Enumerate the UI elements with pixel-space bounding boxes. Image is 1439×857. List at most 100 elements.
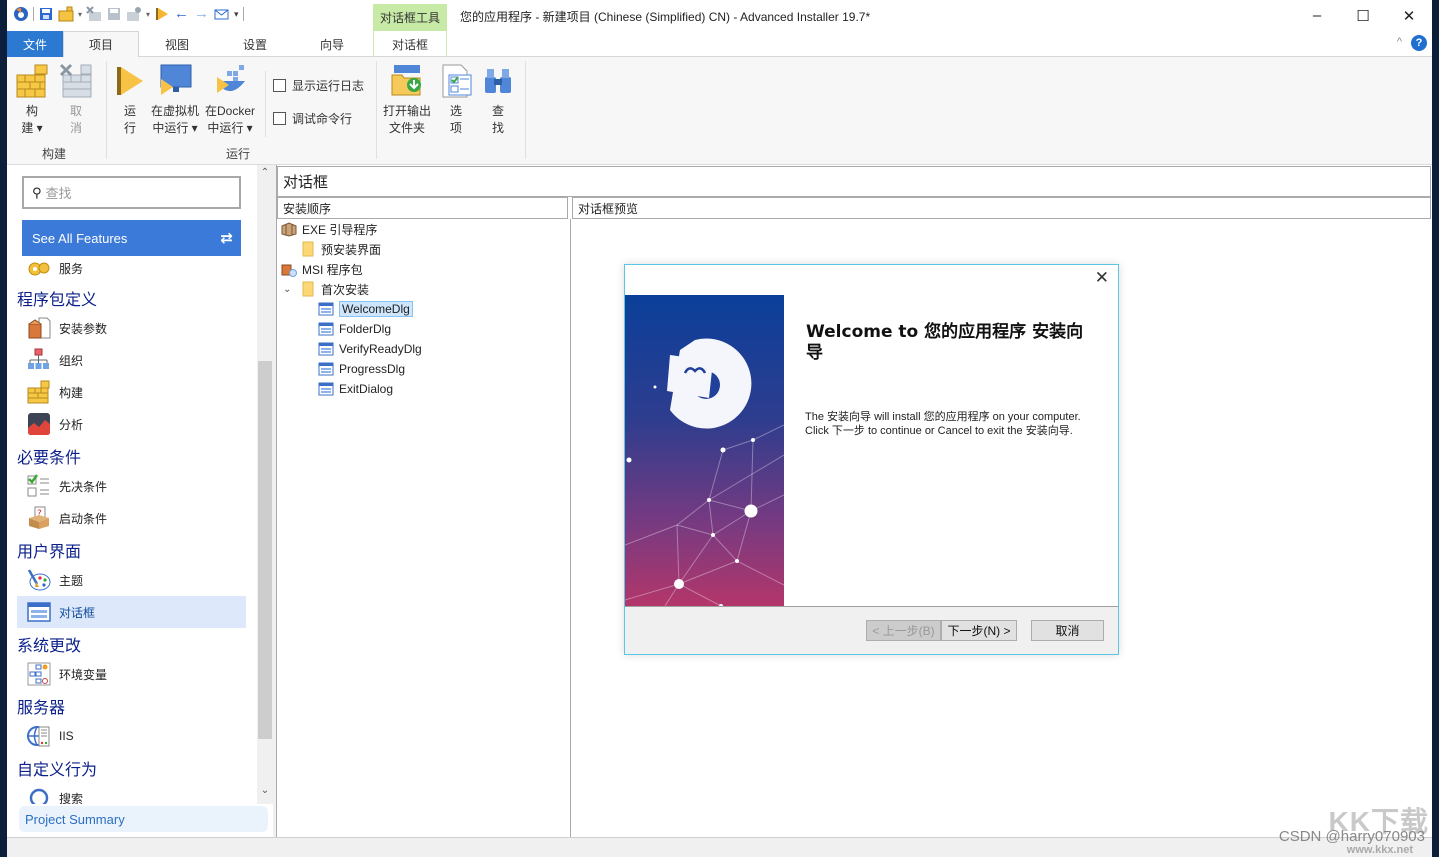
tree-item-verifyreadydlg[interactable]: VerifyReadyDlg bbox=[318, 339, 422, 359]
project-summary-label: Project Summary bbox=[25, 811, 125, 827]
chevron-down-icon[interactable]: ⌄ bbox=[283, 284, 295, 295]
sidebar-item-analytics[interactable]: 分析 bbox=[17, 408, 246, 440]
sidebar-item-label: 主题 bbox=[59, 573, 84, 588]
save-icon[interactable] bbox=[38, 6, 54, 22]
show-run-log-checkbox[interactable]: 显示运行日志 bbox=[273, 77, 364, 94]
collapse-ribbon-button[interactable]: ^ bbox=[1397, 36, 1402, 48]
app-logo-icon[interactable] bbox=[13, 6, 29, 22]
sidebar-item-label: 对话框 bbox=[59, 605, 96, 620]
tab-settings[interactable]: 设置 bbox=[215, 31, 295, 57]
scrollbar-thumb[interactable] bbox=[258, 361, 272, 739]
section-requirements: 必要条件 bbox=[17, 450, 82, 467]
tab-file[interactable]: 文件 bbox=[7, 31, 63, 57]
context-tab-group-dialog-tools: 对话框工具 bbox=[373, 4, 447, 31]
help-icon[interactable]: ? bbox=[1411, 35, 1427, 51]
see-all-features-button[interactable]: See All Features ⇄ bbox=[22, 220, 241, 256]
save-all-icon[interactable] bbox=[106, 6, 122, 22]
panel-divider[interactable] bbox=[570, 219, 571, 837]
project-summary-link[interactable]: Project Summary bbox=[19, 806, 268, 832]
cancel-build-small-icon[interactable] bbox=[86, 6, 102, 22]
open-output-label-1: 打开输出 bbox=[383, 104, 432, 118]
back-arrow-icon[interactable]: ← bbox=[174, 6, 190, 22]
tree-item-folderdlg[interactable]: FolderDlg bbox=[318, 319, 391, 339]
sidebar-item-label: IIS bbox=[59, 729, 74, 743]
sidebar-item-launch-conditions[interactable]: ? 启动条件 bbox=[17, 502, 246, 534]
tree-item-exe-bootstrapper[interactable]: EXE 引导程序 bbox=[281, 219, 377, 239]
maximize-button[interactable]: ☐ bbox=[1340, 0, 1386, 31]
run-label-2: 行 bbox=[123, 121, 136, 135]
preview-close-icon[interactable]: ✕ bbox=[1095, 268, 1109, 288]
build-bricks-icon bbox=[27, 380, 50, 404]
sidebar-item-services[interactable]: 服务 bbox=[17, 256, 246, 284]
preview-back-button[interactable]: < 上一步(B) bbox=[866, 620, 941, 641]
build-label-1: 构 bbox=[25, 104, 38, 118]
tab-project[interactable]: 项目 bbox=[63, 31, 139, 57]
question-box-icon: ? bbox=[29, 506, 49, 529]
feature-list: 服务 程序包定义 安装参数 组织 构建 分析 必要条件 先决条件 ? 启动条件 … bbox=[7, 256, 257, 804]
sidebar-item-organization[interactable]: 组织 bbox=[17, 344, 246, 376]
tree-item-msi-package[interactable]: MSI 程序包 bbox=[281, 259, 363, 279]
sidebar-item-dialogs[interactable]: 对话框 bbox=[17, 596, 246, 628]
sidebar-item-themes[interactable]: 主题 bbox=[17, 564, 246, 596]
tree-item-first-install[interactable]: ⌄ 首次安装 bbox=[283, 279, 369, 299]
sidebar-item-prerequisites[interactable]: 先决条件 bbox=[17, 470, 246, 502]
cancel-build-icon bbox=[59, 63, 92, 98]
build-button[interactable]: 构 建 ▾ bbox=[15, 63, 49, 137]
options-button[interactable]: 选 项 bbox=[439, 63, 473, 137]
run-small-icon[interactable] bbox=[154, 6, 170, 22]
status-bar bbox=[7, 837, 1432, 857]
scroll-up-arrow-icon[interactable]: ⌃ bbox=[257, 167, 273, 183]
run-button[interactable]: 运 行 bbox=[113, 63, 147, 137]
tree-item-progressdlg[interactable]: ProgressDlg bbox=[318, 359, 405, 379]
tab-view[interactable]: 视图 bbox=[139, 31, 215, 57]
title-bar: ▾ ▾ ← → ▾ 对话框工具 您的应用程序 - 新建项目 (Chinese (… bbox=[7, 0, 1432, 31]
close-button[interactable]: ✕ bbox=[1386, 0, 1432, 31]
sidebar-item-build[interactable]: 构建 bbox=[17, 376, 246, 408]
preview-next-button[interactable]: 下一步(N) > bbox=[941, 620, 1017, 641]
tree-item-welcomedlg[interactable]: WelcomeDlg bbox=[318, 299, 413, 319]
tree-item-label: ProgressDlg bbox=[339, 362, 406, 376]
find-button[interactable]: 查 找 bbox=[481, 63, 515, 137]
email-icon[interactable] bbox=[214, 6, 230, 22]
tree-item-pre-install-ui[interactable]: 预安装界面 bbox=[300, 239, 381, 259]
group-label-run: 运行 bbox=[226, 147, 251, 161]
open-folder-icon bbox=[391, 65, 421, 96]
search-placeholder: 查找 bbox=[45, 186, 72, 201]
sidebar-item-label: 安装参数 bbox=[59, 321, 108, 336]
run-in-vm-button[interactable]: 在虚拟机 中运行 ▾ bbox=[151, 63, 199, 137]
scroll-down-arrow-icon[interactable]: ⌄ bbox=[257, 785, 273, 801]
open-output-label-2: 文件夹 bbox=[389, 121, 426, 135]
sidebar-scrollbar[interactable]: ⌃ ⌄ bbox=[257, 165, 273, 804]
search-input[interactable]: ⚲ 查找 bbox=[22, 176, 241, 209]
checkbox-box[interactable] bbox=[273, 79, 286, 92]
organization-icon bbox=[28, 348, 49, 369]
window-title: 您的应用程序 - 新建项目 (Chinese (Simplified) CN) … bbox=[460, 10, 871, 24]
sidebar-item-environment-variables[interactable]: 环境变量 bbox=[17, 658, 246, 690]
section-server: 服务器 bbox=[17, 700, 66, 717]
tab-dialog[interactable]: 对话框 bbox=[373, 31, 447, 57]
forward-arrow-icon[interactable]: → bbox=[194, 6, 210, 22]
tree-item-label: VerifyReadyDlg bbox=[339, 342, 422, 356]
run-in-docker-button[interactable]: 在Docker 中运行 ▾ bbox=[205, 63, 255, 137]
cancel-build-button[interactable]: 取 消 bbox=[59, 63, 93, 137]
debug-command-line-checkbox[interactable]: 调试命令行 bbox=[273, 110, 352, 127]
search-icon: ⚲ bbox=[32, 184, 42, 200]
sidebar-item-label: 先决条件 bbox=[59, 479, 108, 494]
sidebar-item-search[interactable]: 搜索 bbox=[17, 782, 246, 804]
page-title: 对话框 bbox=[277, 166, 1431, 197]
minimize-button[interactable]: – bbox=[1294, 0, 1340, 31]
debug-command-line-label: 调试命令行 bbox=[292, 112, 353, 126]
sidebar-item-install-parameters[interactable]: 安装参数 bbox=[17, 312, 246, 344]
options-icon bbox=[442, 64, 472, 98]
virtual-machine-icon bbox=[160, 64, 192, 95]
checkbox-box[interactable] bbox=[273, 112, 286, 125]
tree-item-exitdialog[interactable]: ExitDialog bbox=[318, 379, 393, 399]
tab-wizard[interactable]: 向导 bbox=[295, 31, 369, 57]
sidebar-item-iis[interactable]: IIS bbox=[17, 720, 246, 752]
preview-cancel-button[interactable]: 取消 bbox=[1031, 620, 1104, 641]
publish-icon[interactable] bbox=[126, 6, 142, 22]
tree-item-label: WelcomeDlg bbox=[339, 301, 413, 317]
dialog-icon bbox=[318, 322, 334, 336]
build-small-icon[interactable] bbox=[58, 6, 74, 22]
open-output-folder-button[interactable]: 打开输出 文件夹 bbox=[383, 63, 431, 137]
